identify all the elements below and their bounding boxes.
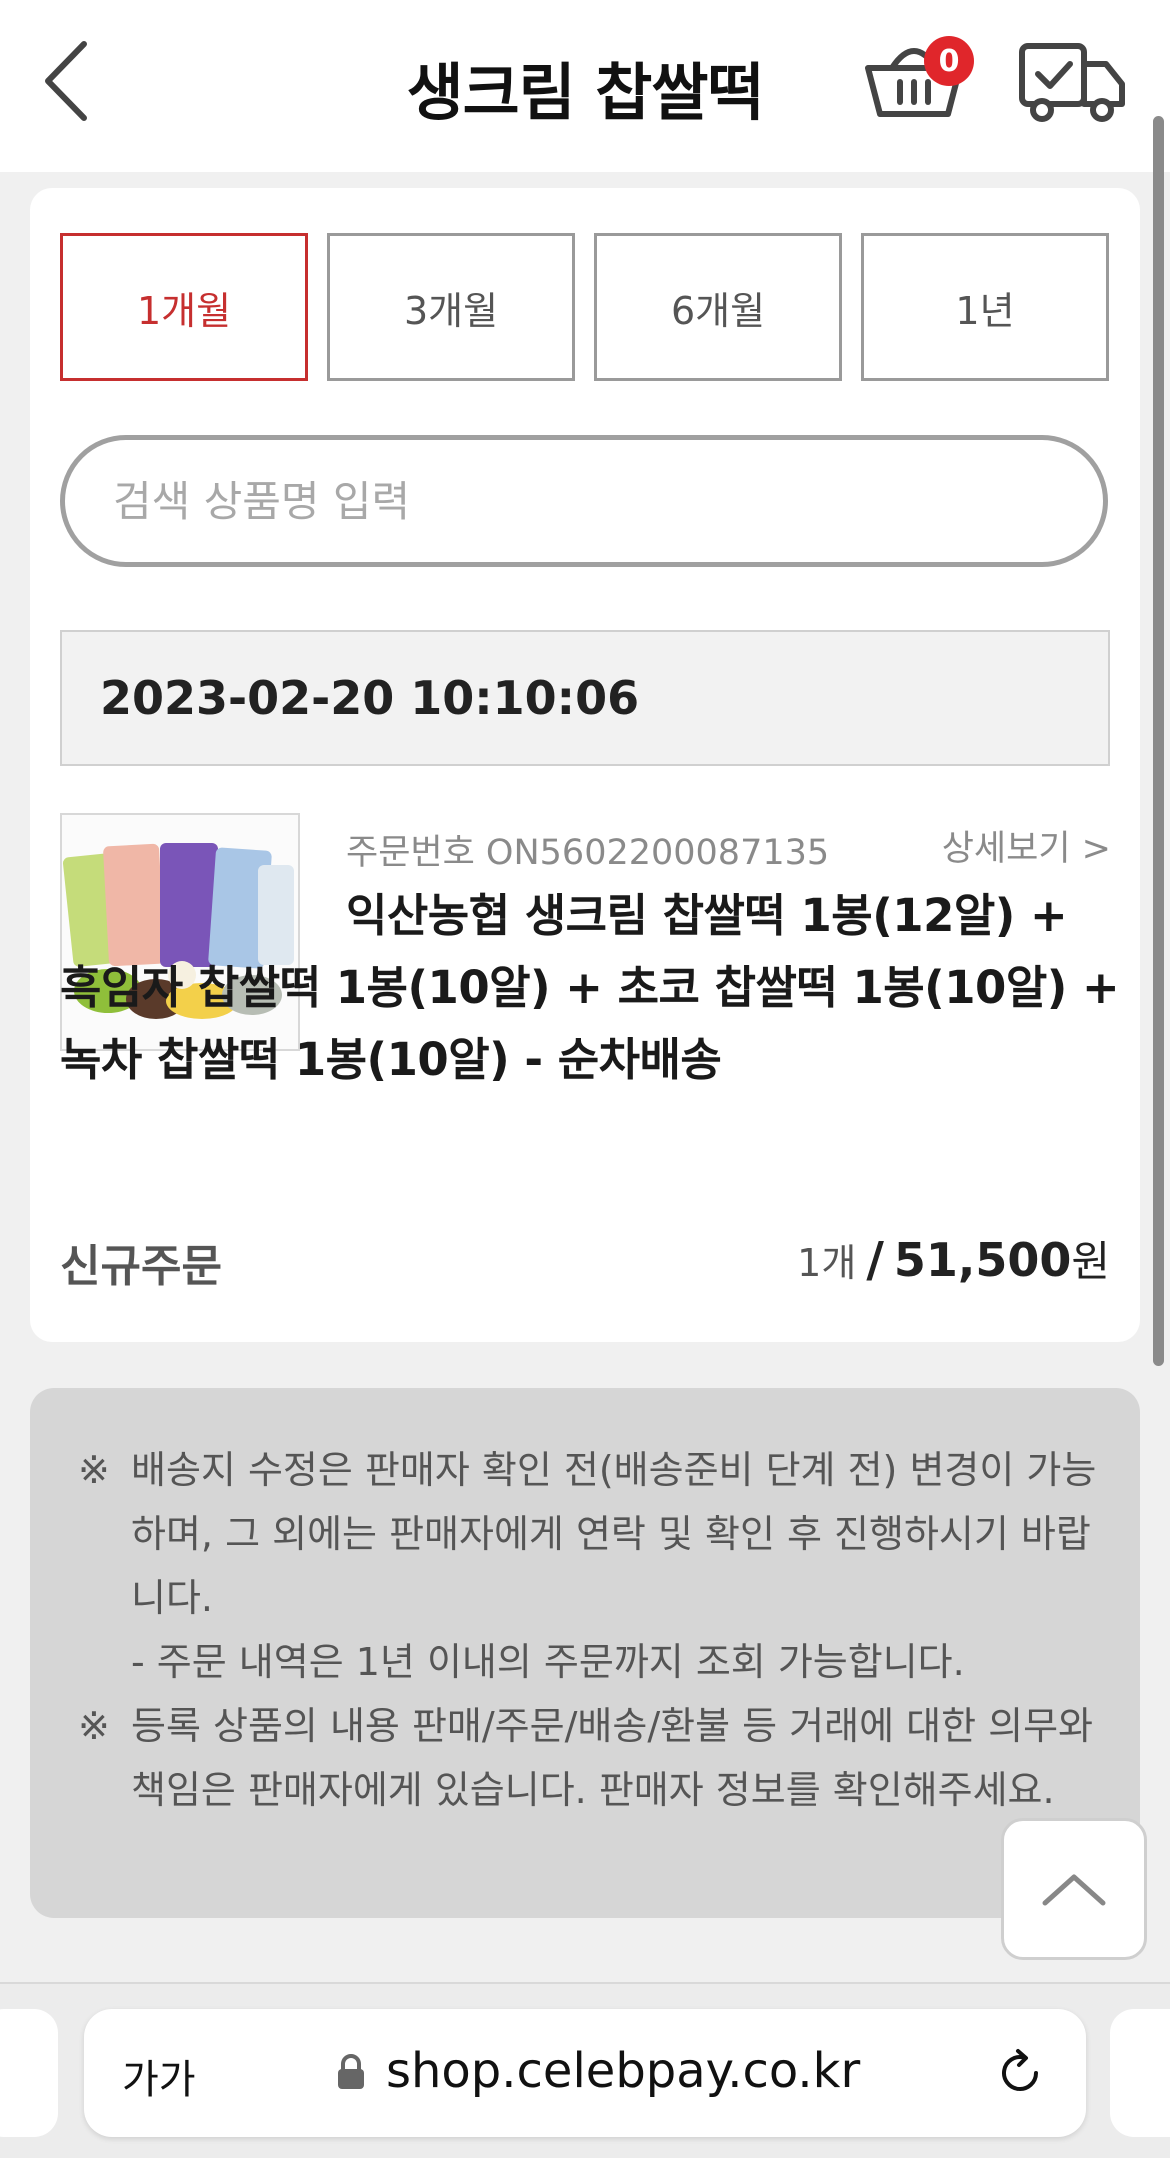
text-size-button[interactable]: 가가 — [122, 2047, 196, 2105]
notice-text: 등록 상품의 내용 판매/주문/배송/환불 등 거래에 대한 의무와 책임은 판… — [131, 1704, 1094, 1812]
notice-box: ※ 배송지 수정은 판매자 확인 전(배송준비 단계 전) 변경이 가능하며, … — [30, 1388, 1140, 1918]
detail-view-link[interactable]: 상세보기 > — [942, 820, 1111, 871]
scroll-top-button[interactable] — [1001, 1818, 1147, 1960]
period-1month-button[interactable]: 1개월 — [60, 233, 308, 381]
chevron-up-icon — [1042, 1874, 1106, 1906]
notice-item: ※ 배송지 수정은 판매자 확인 전(배송준비 단계 전) 변경이 가능하며, … — [78, 1438, 1100, 1630]
next-tab-preview[interactable] — [1110, 2009, 1170, 2137]
period-6month-button[interactable]: 6개월 — [594, 233, 842, 381]
price-currency: 원 — [1071, 1237, 1110, 1286]
notice-item: ※ 등록 상품의 내용 판매/주문/배송/환불 등 거래에 대한 의무와 책임은… — [78, 1694, 1100, 1822]
search-input[interactable] — [60, 435, 1108, 567]
cart-count-badge: 0 — [924, 36, 974, 86]
quantity-text: 1개 — [797, 1241, 857, 1285]
address-bar[interactable]: 가가 shop.celebpay.co.kr — [84, 2009, 1086, 2137]
order-date: 2023-02-20 10:10:06 — [60, 630, 1110, 766]
order-status: 신규주문 — [60, 1241, 222, 1292]
notice-subtext: - 주문 내역은 1년 이내의 주문까지 조회 가능합니다. — [131, 1640, 965, 1684]
scrollbar[interactable] — [1153, 116, 1164, 1366]
price-amount: 51,500 — [893, 1233, 1072, 1287]
browser-toolbar: 가가 shop.celebpay.co.kr — [0, 1982, 1170, 2158]
notice-mark: ※ — [78, 1704, 110, 1748]
url-text[interactable]: shop.celebpay.co.kr — [386, 2043, 860, 2099]
price-separator: / — [866, 1232, 884, 1288]
reload-icon[interactable] — [994, 2047, 1046, 2099]
order-number: 주문번호 ON5602200087135 — [346, 833, 830, 873]
notice-text: 배송지 수정은 판매자 확인 전(배송준비 단계 전) 변경이 가능하며, 그 … — [131, 1448, 1097, 1620]
product-name[interactable]: 익산농협 생크림 찹쌀떡 1봉(12알) + 흑임자 찹쌀떡 1봉(10알) +… — [60, 880, 1120, 1096]
notice-mark: ※ — [78, 1448, 110, 1492]
lock-icon — [338, 2054, 364, 2089]
page-title: 생크림 찹쌀떡 — [406, 56, 765, 129]
previous-tab-preview[interactable] — [0, 2009, 58, 2137]
app-header: 생크림 찹쌀떡 0 — [0, 0, 1170, 172]
truck-icon[interactable] — [1018, 38, 1126, 124]
period-3month-button[interactable]: 3개월 — [327, 233, 575, 381]
price-summary: 1개 / 51,500 원 — [797, 1228, 1110, 1289]
period-1year-button[interactable]: 1년 — [861, 233, 1109, 381]
